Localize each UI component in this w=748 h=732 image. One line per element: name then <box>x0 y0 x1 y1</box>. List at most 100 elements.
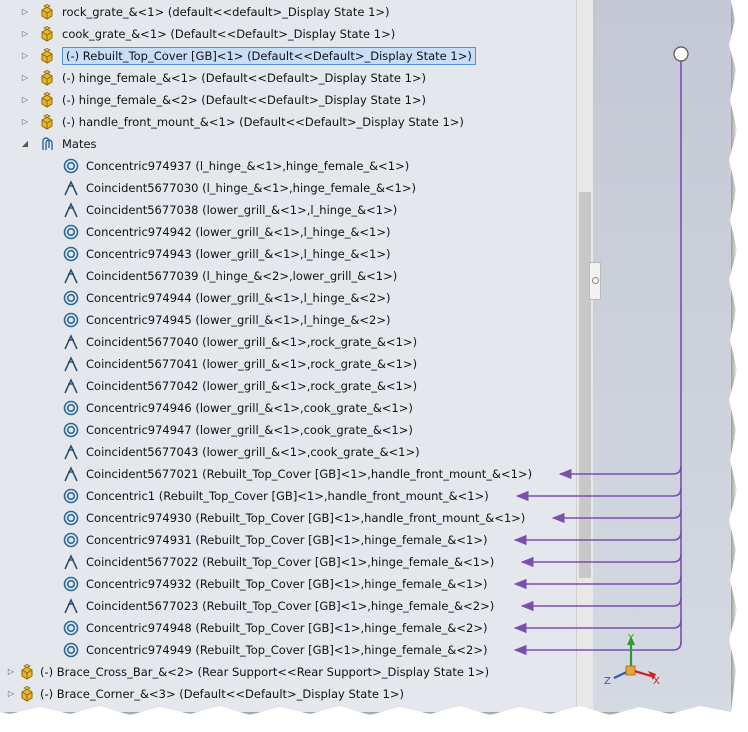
coincident-icon <box>62 377 80 395</box>
tree-row-label: Coincident5677022 (Rebuilt_Top_Cover [GB… <box>86 555 495 569</box>
concentric-icon <box>62 245 80 263</box>
tree-row-label: (-) Brace_Cross_Bar_&<2> (Rear Support<<… <box>40 665 490 679</box>
tree-row-hinge-female-2-default-default-display-s[interactable]: ▷ (-) hinge_female_&<2> (Default<<Default… <box>0 89 576 111</box>
tree-row-label: Concentric1 (Rebuilt_Top_Cover [GB]<1>,h… <box>86 489 489 503</box>
coincident-icon <box>62 267 80 285</box>
tree-row-coincident5677038-lower-grill-1-l-hinge-[interactable]: Coincident5677038 (lower_grill_&<1>,l_hi… <box>0 199 576 221</box>
coincident-icon <box>62 553 80 571</box>
tree-row-coincident5677021-rebuilt-top-cover-gb-1[interactable]: Coincident5677021 (Rebuilt_Top_Cover [GB… <box>0 463 576 485</box>
concentric-icon <box>62 575 80 593</box>
tree-row-brace-corner-3-default-default-display-s[interactable]: ▷ (-) Brace_Corner_&<3> (Default<<Default… <box>0 683 576 705</box>
expand-arrow-icon[interactable]: ▷ <box>5 687 17 701</box>
tree-row-coincident5677040-lower-grill-1-rock-gra[interactable]: Coincident5677040 (lower_grill_&<1>,rock… <box>0 331 576 353</box>
tree-row-label: (-) Rebuilt_Top_Cover [GB]<1> (Default<<… <box>62 47 476 65</box>
tree-row-label: Concentric974945 (lower_grill_&<1>,l_hin… <box>86 313 391 327</box>
tree-row-label: Coincident5677041 (lower_grill_&<1>,rock… <box>86 357 418 371</box>
tree-row-concentric974942-lower-grill-1-l-hinge-1[interactable]: Concentric974942 (lower_grill_&<1>,l_hin… <box>0 221 576 243</box>
part-icon <box>38 113 56 131</box>
tree-row-coincident5677042-lower-grill-1-rock-gra[interactable]: Coincident5677042 (lower_grill_&<1>,rock… <box>0 375 576 397</box>
window-frame: ▷ rock_grate_&<1> (default<<default>_Disp… <box>0 0 731 712</box>
tree-row-coincident5677039-l-hinge-2-lower-grill-[interactable]: Coincident5677039 (l_hinge_&<2>,lower_gr… <box>0 265 576 287</box>
tree-row-concentric974949-rebuilt-top-cover-gb-1-[interactable]: Concentric974949 (Rebuilt_Top_Cover [GB]… <box>0 639 576 661</box>
tree-row-label: Concentric974944 (lower_grill_&<1>,l_hin… <box>86 291 391 305</box>
tree-row-label: Coincident5677038 (lower_grill_&<1>,l_hi… <box>86 203 398 217</box>
expand-arrow-icon[interactable]: ▷ <box>5 665 17 679</box>
tree-row-label: Coincident5677021 (Rebuilt_Top_Cover [GB… <box>86 467 533 481</box>
tree-row-coincident5677030-l-hinge-1-hinge-female[interactable]: Coincident5677030 (l_hinge_&<1>,hinge_fe… <box>0 177 576 199</box>
tree-row-coincident5677043-lower-grill-1-cook-gra[interactable]: Coincident5677043 (lower_grill_&<1>,cook… <box>0 441 576 463</box>
part-icon <box>38 3 56 21</box>
panel-splitter-handle[interactable] <box>589 262 601 300</box>
graphics-viewport[interactable] <box>593 0 731 712</box>
expand-arrow-icon[interactable]: ▷ <box>19 49 31 63</box>
tree-row-label: Concentric974943 (lower_grill_&<1>,l_hin… <box>86 247 391 261</box>
expand-arrow-icon[interactable]: ▷ <box>19 115 31 129</box>
tree-row-concentric974930-rebuilt-top-cover-gb-1-[interactable]: Concentric974930 (Rebuilt_Top_Cover [GB]… <box>0 507 576 529</box>
concentric-icon <box>62 399 80 417</box>
tree-row-coincident5677023-rebuilt-top-cover-gb-1[interactable]: Coincident5677023 (Rebuilt_Top_Cover [GB… <box>0 595 576 617</box>
tree-row-label: (-) hinge_female_&<2> (Default<<Default>… <box>62 93 427 107</box>
tree-row-concentric974932-rebuilt-top-cover-gb-1-[interactable]: Concentric974932 (Rebuilt_Top_Cover [GB]… <box>0 573 576 595</box>
tree-row-concentric974948-rebuilt-top-cover-gb-1-[interactable]: Concentric974948 (Rebuilt_Top_Cover [GB]… <box>0 617 576 639</box>
tree-row-label: Concentric974930 (Rebuilt_Top_Cover [GB]… <box>86 511 526 525</box>
tree-row-label: Coincident5677023 (Rebuilt_Top_Cover [GB… <box>86 599 495 613</box>
expand-arrow-icon[interactable]: ▷ <box>19 71 31 85</box>
tree-row-label: Coincident5677030 (l_hinge_&<1>,hinge_fe… <box>86 181 416 195</box>
scrollbar-thumb[interactable] <box>579 192 591 578</box>
part-icon <box>38 25 56 43</box>
tree-row-concentric974947-lower-grill-1-cook-grat[interactable]: Concentric974947 (lower_grill_&<1>,cook_… <box>0 419 576 441</box>
tree-row-hinge-female-1-default-default-display-s[interactable]: ▷ (-) hinge_female_&<1> (Default<<Default… <box>0 67 576 89</box>
part-icon <box>18 685 36 703</box>
tree-row-label: Coincident5677043 (lower_grill_&<1>,cook… <box>86 445 420 459</box>
tree-row-label: Concentric974949 (Rebuilt_Top_Cover [GB]… <box>86 643 488 657</box>
tree-row-concentric974946-lower-grill-1-cook-grat[interactable]: Concentric974946 (lower_grill_&<1>,cook_… <box>0 397 576 419</box>
concentric-icon <box>62 289 80 307</box>
tree-row-handle-front-mount-1-default-default-dis[interactable]: ▷ (-) handle_front_mount_&<1> (Default<<D… <box>0 111 576 133</box>
coincident-icon <box>62 179 80 197</box>
tree-row-brace-cross-bar-2-rear-support-rear-supp[interactable]: ▷ (-) Brace_Cross_Bar_&<2> (Rear Support<… <box>0 661 576 683</box>
tree-row-label: Concentric974947 (lower_grill_&<1>,cook_… <box>86 423 413 437</box>
tree-scrollbar[interactable] <box>576 0 593 712</box>
tree-row-concentric974937-l-hinge-1-hinge-female-[interactable]: Concentric974937 (l_hinge_&<1>,hinge_fem… <box>0 155 576 177</box>
tree-row-mates[interactable]: ◢ Mates <box>0 133 576 155</box>
tree-row-label: Concentric974946 (lower_grill_&<1>,cook_… <box>86 401 413 415</box>
part-icon <box>38 69 56 87</box>
concentric-icon <box>62 641 80 659</box>
tree-row-coincident5677022-rebuilt-top-cover-gb-1[interactable]: Coincident5677022 (Rebuilt_Top_Cover [GB… <box>0 551 576 573</box>
tree-row-coincident5677041-lower-grill-1-rock-gra[interactable]: Coincident5677041 (lower_grill_&<1>,rock… <box>0 353 576 375</box>
tree-row-concentric974945-lower-grill-1-l-hinge-2[interactable]: Concentric974945 (lower_grill_&<1>,l_hin… <box>0 309 576 331</box>
tree-row-label: rock_grate_&<1> (default<<default>_Displ… <box>62 5 390 19</box>
tree-row-label: Coincident5677039 (l_hinge_&<2>,lower_gr… <box>86 269 398 283</box>
expand-arrow-icon[interactable]: ▷ <box>19 27 31 41</box>
tree-row-label: Concentric974931 (Rebuilt_Top_Cover [GB]… <box>86 533 488 547</box>
tree-row-label: Concentric974948 (Rebuilt_Top_Cover [GB]… <box>86 621 488 635</box>
tree-row-concentric974943-lower-grill-1-l-hinge-1[interactable]: Concentric974943 (lower_grill_&<1>,l_hin… <box>0 243 576 265</box>
tree-row-label: (-) handle_front_mount_&<1> (Default<<De… <box>62 115 464 129</box>
tree-row-rock-grate-1-default-default-display-sta[interactable]: ▷ rock_grate_&<1> (default<<default>_Disp… <box>0 1 576 23</box>
tree-row-label: Coincident5677042 (lower_grill_&<1>,rock… <box>86 379 418 393</box>
tree-row-rebuilt-top-cover-gb-1-default-default-d[interactable]: ▷ (-) Rebuilt_Top_Cover [GB]<1> (Default<… <box>0 45 576 67</box>
coincident-icon <box>62 597 80 615</box>
concentric-icon <box>62 311 80 329</box>
feature-tree[interactable]: ▷ rock_grate_&<1> (default<<default>_Disp… <box>0 0 576 712</box>
concentric-icon <box>62 531 80 549</box>
coincident-icon <box>62 443 80 461</box>
concentric-icon <box>62 619 80 637</box>
tree-row-concentric974931-rebuilt-top-cover-gb-1-[interactable]: Concentric974931 (Rebuilt_Top_Cover [GB]… <box>0 529 576 551</box>
tree-row-label: Concentric974937 (l_hinge_&<1>,hinge_fem… <box>86 159 410 173</box>
tree-row-cook-grate-1-default-default-display-sta[interactable]: ▷ cook_grate_&<1> (Default<<Default>_Disp… <box>0 23 576 45</box>
tree-row-concentric974944-lower-grill-1-l-hinge-2[interactable]: Concentric974944 (lower_grill_&<1>,l_hin… <box>0 287 576 309</box>
expand-arrow-icon[interactable]: ▷ <box>19 5 31 19</box>
expand-arrow-icon[interactable]: ▷ <box>19 93 31 107</box>
concentric-icon <box>62 509 80 527</box>
splitter-grip-icon <box>592 277 599 284</box>
tree-row-label: Coincident5677040 (lower_grill_&<1>,rock… <box>86 335 418 349</box>
tree-row-label: Mates <box>62 137 97 151</box>
part-icon <box>38 91 56 109</box>
tree-row-concentric1-rebuilt-top-cover-gb-1-handl[interactable]: Concentric1 (Rebuilt_Top_Cover [GB]<1>,h… <box>0 485 576 507</box>
tree-row-label: Concentric974932 (Rebuilt_Top_Cover [GB]… <box>86 577 488 591</box>
part-icon <box>38 47 56 65</box>
coincident-icon <box>62 333 80 351</box>
collapse-arrow-icon[interactable]: ◢ <box>19 137 31 151</box>
concentric-icon <box>62 157 80 175</box>
